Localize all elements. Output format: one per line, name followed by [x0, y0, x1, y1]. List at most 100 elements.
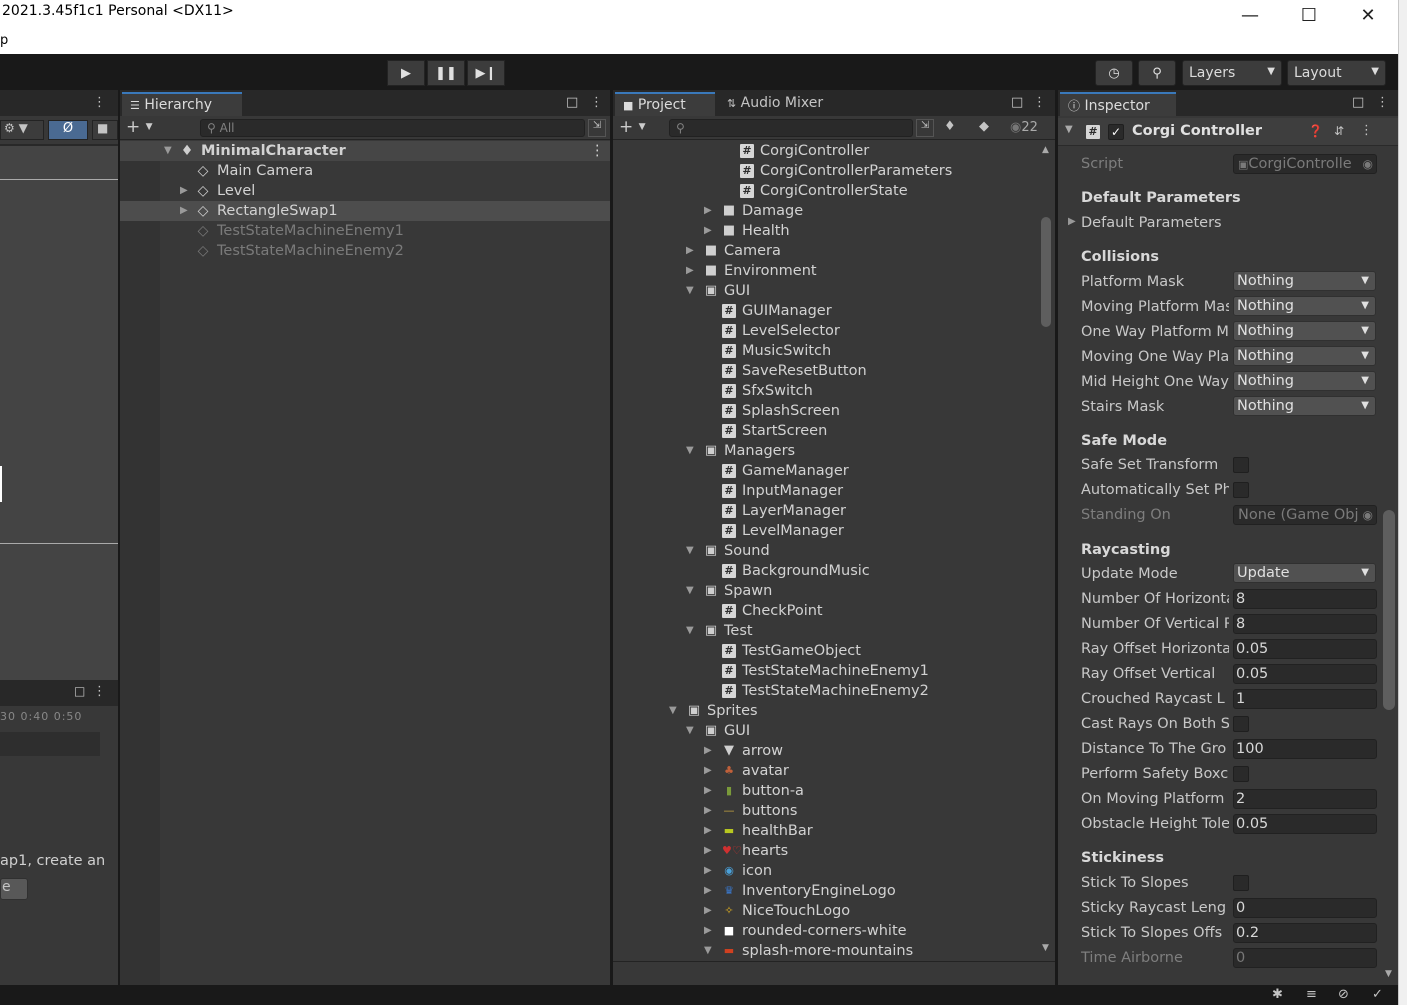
- stick-to-slopes-offset-input[interactable]: 0.2: [1233, 923, 1377, 943]
- expand-arrow-icon[interactable]: ▶: [704, 201, 712, 221]
- lock-icon[interactable]: □: [1352, 95, 1364, 110]
- auto-set-physics-checkbox[interactable]: [1233, 482, 1249, 498]
- collapse-arrow-icon[interactable]: ▼: [686, 281, 694, 301]
- collapse-arrow-icon[interactable]: ▼: [686, 581, 694, 601]
- num-vertical-rays-input[interactable]: 8: [1233, 614, 1377, 634]
- tree-item[interactable]: ▶ ◇ Level: [120, 181, 610, 201]
- cast-rays-both-checkbox[interactable]: [1233, 716, 1249, 732]
- object-picker-icon[interactable]: ◉: [1363, 155, 1373, 173]
- mid-height-one-way-dropdown[interactable]: Nothing ▼: [1233, 371, 1376, 391]
- search-button[interactable]: ⚲: [1138, 60, 1176, 86]
- default-parameters-foldout[interactable]: Default Parameters: [1081, 212, 1229, 234]
- file-item[interactable]: # CorgiControllerState: [613, 181, 1037, 201]
- project-scrollbar[interactable]: ▲ ▼: [1037, 141, 1055, 961]
- scrollbar-thumb[interactable]: [1383, 510, 1395, 710]
- folder-item[interactable]: ▶ ■ Health: [613, 221, 1037, 241]
- distance-ground-input[interactable]: 100: [1233, 739, 1377, 759]
- menu-fragment[interactable]: p: [0, 33, 8, 48]
- file-item[interactable]: # LevelManager: [613, 521, 1037, 541]
- script-field[interactable]: ▣CorgiControlle ◉: [1233, 154, 1377, 174]
- expand-arrow-icon[interactable]: ▶: [704, 221, 712, 241]
- layout-dropdown[interactable]: Layout ▼: [1287, 60, 1386, 86]
- crouched-raycast-input[interactable]: 1: [1233, 689, 1377, 709]
- project-search-input[interactable]: ⚲: [669, 119, 913, 137]
- create-button[interactable]: e: [0, 878, 28, 900]
- expand-arrow-icon[interactable]: ▶: [704, 881, 712, 901]
- folder-item[interactable]: ▶ ▼ arrow: [613, 741, 1037, 761]
- file-item[interactable]: # TestGameObject: [613, 641, 1037, 661]
- perform-safety-checkbox[interactable]: [1233, 766, 1249, 782]
- folder-item[interactable]: ▼ ▣ Spawn: [613, 581, 1037, 601]
- folder-item[interactable]: ▶ ■ rounded-corners-white: [613, 921, 1037, 941]
- component-header[interactable]: ▼ # ✓ Corgi Controller ❓ ⇵ ⋮: [1058, 118, 1398, 146]
- expand-arrow-icon[interactable]: ▶: [704, 801, 712, 821]
- update-mode-dropdown[interactable]: Update ▼: [1233, 563, 1376, 583]
- collapse-arrow-icon[interactable]: ▼: [686, 441, 694, 461]
- object-picker-icon[interactable]: ◉: [1363, 506, 1373, 524]
- stick-to-slopes-checkbox[interactable]: [1233, 875, 1249, 891]
- close-icon[interactable]: ✕: [1338, 0, 1398, 30]
- scroll-down-icon[interactable]: ▼: [1385, 969, 1392, 979]
- expand-arrow-icon[interactable]: ▶: [704, 861, 712, 881]
- on-moving-platform-input[interactable]: 2: [1233, 789, 1377, 809]
- expand-arrow-icon[interactable]: ▶: [704, 901, 712, 921]
- folder-item[interactable]: ▼ ▣ Test: [613, 621, 1037, 641]
- more-icon[interactable]: ⋮: [1033, 95, 1046, 110]
- folder-item[interactable]: ▶ ♛ InventoryEngineLogo: [613, 881, 1037, 901]
- folder-item[interactable]: ▶ ▮ button-a: [613, 781, 1037, 801]
- platform-mask-dropdown[interactable]: Nothing ▼: [1233, 271, 1376, 291]
- hierarchy-search-input[interactable]: ⚲ All: [200, 119, 585, 137]
- layers-dropdown[interactable]: Layers ▼: [1182, 60, 1282, 86]
- folder-item[interactable]: ▶ ▬ healthBar: [613, 821, 1037, 841]
- timeline-ruler[interactable]: 30 0:40 0:50: [0, 710, 118, 730]
- layers-icon[interactable]: ≡: [1306, 987, 1317, 1002]
- scrollbar-thumb[interactable]: [1041, 217, 1051, 327]
- obstacle-height-input[interactable]: 0.05: [1233, 814, 1377, 834]
- collapse-arrow-icon[interactable]: ▼: [669, 701, 677, 721]
- expand-arrow-icon[interactable]: ▶: [686, 261, 694, 281]
- sticky-raycast-length-input[interactable]: 0: [1233, 898, 1377, 918]
- scene-view[interactable]: [0, 146, 118, 680]
- tab-project[interactable]: ■ Project: [615, 92, 715, 116]
- folder-item[interactable]: ▶ ✧ NiceTouchLogo: [613, 901, 1037, 921]
- expand-arrow-icon[interactable]: ▶: [704, 741, 712, 761]
- folder-item[interactable]: ▼ ▬ splash-more-mountains: [613, 941, 1037, 961]
- expand-arrow-icon[interactable]: ▶: [704, 761, 712, 781]
- expand-arrow-icon[interactable]: ▶: [1068, 216, 1076, 227]
- expand-arrow-icon[interactable]: ▶: [180, 181, 188, 201]
- file-item[interactable]: # SaveResetButton: [613, 361, 1037, 381]
- file-item[interactable]: # CorgiController: [613, 141, 1037, 161]
- collapse-arrow-icon[interactable]: ▼: [686, 621, 694, 641]
- tree-item[interactable]: ▶ ◇ RectangleSwap1: [120, 201, 610, 221]
- collapse-arrow-icon[interactable]: ▼: [704, 941, 712, 961]
- gizmo-dropdown[interactable]: ⚙ ▼: [0, 120, 44, 140]
- hidden-toggle-icon[interactable]: Ø: [48, 120, 88, 140]
- folder-item[interactable]: ▶ ■ Damage: [613, 201, 1037, 221]
- lock-icon[interactable]: □: [1011, 95, 1023, 110]
- more-icon[interactable]: ⋮: [1360, 123, 1373, 138]
- search-scope-icon[interactable]: ⇲: [588, 119, 606, 137]
- file-item[interactable]: # SplashScreen: [613, 401, 1037, 421]
- folder-item[interactable]: ▼ ▣ Managers: [613, 441, 1037, 461]
- num-horizontal-rays-input[interactable]: 8: [1233, 589, 1377, 609]
- folder-item[interactable]: ▶ ♥♡ hearts: [613, 841, 1037, 861]
- lock-icon[interactable]: □: [74, 684, 85, 698]
- one-way-platform-mask-dropdown[interactable]: Nothing ▼: [1233, 321, 1376, 341]
- add-icon[interactable]: + ▼: [126, 117, 153, 137]
- moving-one-way-platform-mask-dropdown[interactable]: Nothing ▼: [1233, 346, 1376, 366]
- add-icon[interactable]: + ▼: [619, 117, 646, 137]
- minimize-icon[interactable]: —: [1220, 0, 1280, 30]
- folder-item[interactable]: ▶ ■ Environment: [613, 261, 1037, 281]
- component-enabled-checkbox[interactable]: ✓: [1108, 124, 1124, 140]
- collapse-arrow-icon[interactable]: ▼: [686, 721, 694, 741]
- step-button[interactable]: ▶❙: [467, 60, 505, 86]
- tab-hierarchy[interactable]: ☰ Hierarchy: [122, 92, 242, 116]
- file-item[interactable]: # MusicSwitch: [613, 341, 1037, 361]
- history-button[interactable]: ◷: [1095, 60, 1133, 86]
- file-item[interactable]: # CorgiControllerParameters: [613, 161, 1037, 181]
- more-icon[interactable]: ⋮: [590, 95, 603, 110]
- hidden-count[interactable]: ◉22: [1010, 120, 1038, 135]
- safe-set-transform-checkbox[interactable]: [1233, 457, 1249, 473]
- label-icon[interactable]: ◆: [979, 119, 989, 134]
- file-item[interactable]: # CheckPoint: [613, 601, 1037, 621]
